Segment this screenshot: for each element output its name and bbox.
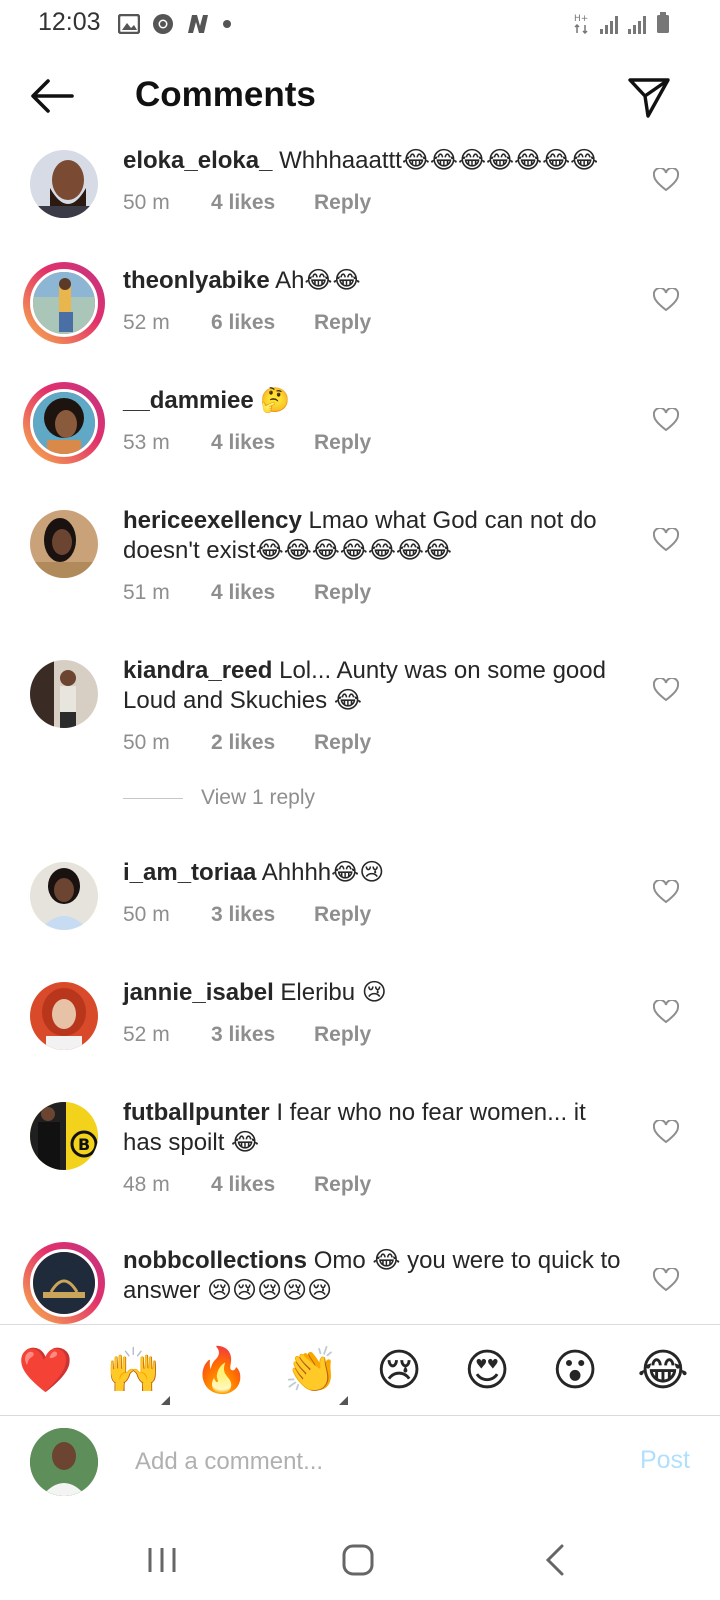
heart-icon[interactable] [653,1120,679,1144]
arrow-left-icon [31,79,74,113]
avatar[interactable] [30,982,98,1050]
reply-button[interactable]: Reply [314,191,371,215]
status-bar: 12:03 H+ [0,0,720,48]
reply-button[interactable]: Reply [314,1023,371,1047]
clapping-emoji[interactable]: 👏 [284,1345,348,1405]
comment-time: 53 m [123,431,170,454]
home-icon[interactable] [338,1542,378,1578]
comment-username[interactable]: nobbcollections [123,1247,307,1274]
paper-plane-icon [628,78,670,118]
emoji-quick-bar: ❤️ 🙌 🔥 👏 😢 😍 😮 😂 [0,1324,720,1416]
reply-button[interactable]: Reply [314,731,371,755]
data-arrows-icon: H+ [574,14,588,34]
heart-icon[interactable] [653,528,679,552]
heart-icon[interactable] [653,288,679,312]
comment-list[interactable]: eloka_eloka_ Whhhaaattt😂😂😂😂😂😂😂 50 m 4 li… [0,134,720,1324]
avatar[interactable] [30,862,98,930]
dot-icon [223,20,231,28]
system-nav-bar [0,1520,720,1600]
avatar[interactable] [30,510,98,578]
heart-icon[interactable] [653,408,679,432]
svg-text:B: B [78,1135,90,1154]
view-replies-button[interactable]: View 1 reply [123,786,315,810]
battery-icon [657,12,669,33]
svg-text:H+: H+ [574,14,588,24]
avatar[interactable] [23,1242,105,1324]
comment-likes[interactable]: 4 likes [211,191,314,215]
skin-tone-indicator [339,1396,348,1405]
reply-button[interactable]: Reply [314,1173,371,1197]
comment-username[interactable]: eloka_eloka_ [123,147,272,174]
fire-emoji[interactable]: 🔥 [194,1345,249,1397]
raising-hands-glyph: 🙌 [106,1346,161,1395]
comment-username[interactable]: theonlyabike [123,267,270,294]
heart-emoji[interactable]: ❤️ [18,1345,73,1397]
heart-icon[interactable] [653,880,679,904]
comment-text: 🤔 [260,387,291,414]
view-replies-label: View 1 reply [201,786,316,809]
raising-hands-emoji[interactable]: 🙌 [106,1345,170,1405]
comment-likes[interactable]: 3 likes [211,1023,314,1047]
heart-icon[interactable] [653,1000,679,1024]
divider [123,797,183,799]
comment-likes[interactable]: 4 likes [211,581,314,605]
comment-username[interactable]: kiandra_reed [123,657,272,684]
comment-text: Ahhhh😂😢 [261,859,385,886]
n-app-icon [188,15,208,33]
comment-username[interactable]: hericeexellency [123,507,302,534]
comment-time: 50 m [123,903,170,926]
avatar[interactable] [30,660,98,728]
avatar[interactable] [23,262,105,344]
comment-likes[interactable]: 6 likes [211,311,314,335]
comment-text: Eleribu 😢 [280,979,387,1006]
comment-time: 48 m [123,1173,170,1196]
comment-input[interactable] [135,1440,595,1484]
reply-button[interactable]: Reply [314,581,371,605]
surprised-emoji[interactable]: 😮 [548,1345,602,1397]
comment-composer: Post [0,1416,720,1526]
comment-likes[interactable]: 4 likes [211,1173,314,1197]
comment-likes[interactable]: 2 likes [211,731,314,755]
comment-username[interactable]: i_am_toriaa [123,859,256,886]
comment-username[interactable]: futballpunter [123,1099,270,1126]
crying-emoji[interactable]: 😢 [372,1345,426,1397]
avatar [30,1428,98,1496]
signal-icon [628,14,646,34]
comment-time: 52 m [123,1023,170,1046]
comment-time: 50 m [123,731,170,754]
chrome-icon [153,14,173,34]
reply-button[interactable]: Reply [314,903,371,927]
avatar[interactable] [23,382,105,464]
avatar[interactable]: B [30,1102,98,1170]
reply-button[interactable]: Reply [314,431,371,455]
heart-icon[interactable] [653,678,679,702]
comment-username[interactable]: __dammiee [123,387,254,414]
header: Comments [0,62,720,134]
heart-icon[interactable] [653,1268,679,1292]
comment-time: 50 m [123,191,170,214]
avatar[interactable] [30,150,98,218]
image-icon [118,14,140,34]
reply-button[interactable]: Reply [314,311,371,335]
comment-text: Ah😂😂 [275,267,361,294]
recent-apps-icon[interactable] [142,1542,182,1578]
heart-eyes-emoji[interactable]: 😍 [460,1345,514,1397]
status-time: 12:03 [38,8,101,36]
signal-icon [600,14,618,34]
post-button[interactable]: Post [640,1446,690,1475]
back-icon[interactable] [536,1542,576,1578]
comment-likes[interactable]: 3 likes [211,903,314,927]
page-title: Comments [135,75,316,114]
comment-likes[interactable]: 4 likes [211,431,314,455]
skin-tone-indicator [161,1396,170,1405]
comment-username[interactable]: jannie_isabel [123,979,274,1006]
comment-time: 52 m [123,311,170,334]
clapping-glyph: 👏 [284,1346,339,1395]
share-button[interactable] [626,74,672,120]
tears-of-joy-emoji[interactable]: 😂 [636,1345,690,1397]
comment-text: Whhhaaattt😂😂😂😂😂😂😂 [279,147,599,174]
heart-icon[interactable] [653,168,679,192]
back-button[interactable] [28,76,76,116]
comment-time: 51 m [123,581,170,604]
